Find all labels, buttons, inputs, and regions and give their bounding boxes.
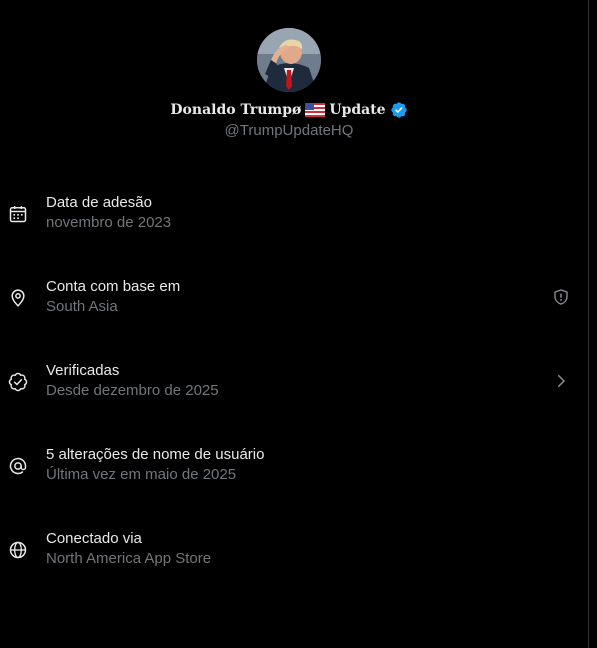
info-row-connected-via: Conectado via North America App Store <box>0 510 588 594</box>
calendar-icon <box>9 206 27 223</box>
info-row-based-in: Conta com base em South Asia <box>0 258 588 342</box>
info-row-title: Verificadas <box>46 362 120 379</box>
info-row-text: Conta com base em South Asia <box>46 278 180 316</box>
info-row-title: Conectado via <box>46 530 142 547</box>
location-pin-icon <box>11 289 25 307</box>
panel-divider <box>588 0 589 648</box>
globe-icon <box>9 541 27 559</box>
info-row-joined: Data de adesão novembro de 2023 <box>0 174 588 258</box>
chevron-right-icon[interactable] <box>552 372 570 390</box>
info-row-title: Conta com base em <box>46 278 181 295</box>
verified-badge-icon[interactable] <box>390 101 408 119</box>
at-sign-icon <box>9 457 27 475</box>
display-name: Donaldo Trumpø <box>170 102 302 118</box>
info-row-verified[interactable]: Verificadas Desde dezembro de 2025 <box>0 342 588 426</box>
info-row-title: Data de adesão <box>46 194 152 211</box>
info-row-subtitle: novembro de 2023 <box>46 214 172 231</box>
info-row-subtitle: North America App Store <box>46 550 212 567</box>
info-row-username-changes: 5 alterações de nome de usuário Última v… <box>0 426 588 510</box>
info-row-text: Data de adesão novembro de 2023 <box>46 194 171 232</box>
profile-header: Donaldo Trumpø Update @TrumpUpdateHQ <box>0 28 578 139</box>
display-name-suffix: Update <box>329 102 386 118</box>
display-name-row: Donaldo Trumpø Update <box>0 100 578 120</box>
info-row-text: 5 alterações de nome de usuário Última v… <box>46 446 264 484</box>
handle: @TrumpUpdateHQ <box>224 122 354 139</box>
shield-alert-icon[interactable] <box>552 288 570 306</box>
avatar[interactable] <box>257 28 321 92</box>
verified-badge-outline-icon <box>8 372 28 392</box>
info-row-text: Verificadas Desde dezembro de 2025 <box>46 362 219 400</box>
info-row-subtitle: Última vez em maio de 2025 <box>46 466 237 483</box>
info-row-title: 5 alterações de nome de usuário <box>46 446 265 463</box>
us-flag-icon <box>305 103 326 117</box>
info-row-subtitle: South Asia <box>46 298 118 315</box>
info-row-text: Conectado via North America App Store <box>46 530 211 568</box>
avatar-image <box>257 28 321 92</box>
info-row-subtitle: Desde dezembro de 2025 <box>46 382 219 399</box>
